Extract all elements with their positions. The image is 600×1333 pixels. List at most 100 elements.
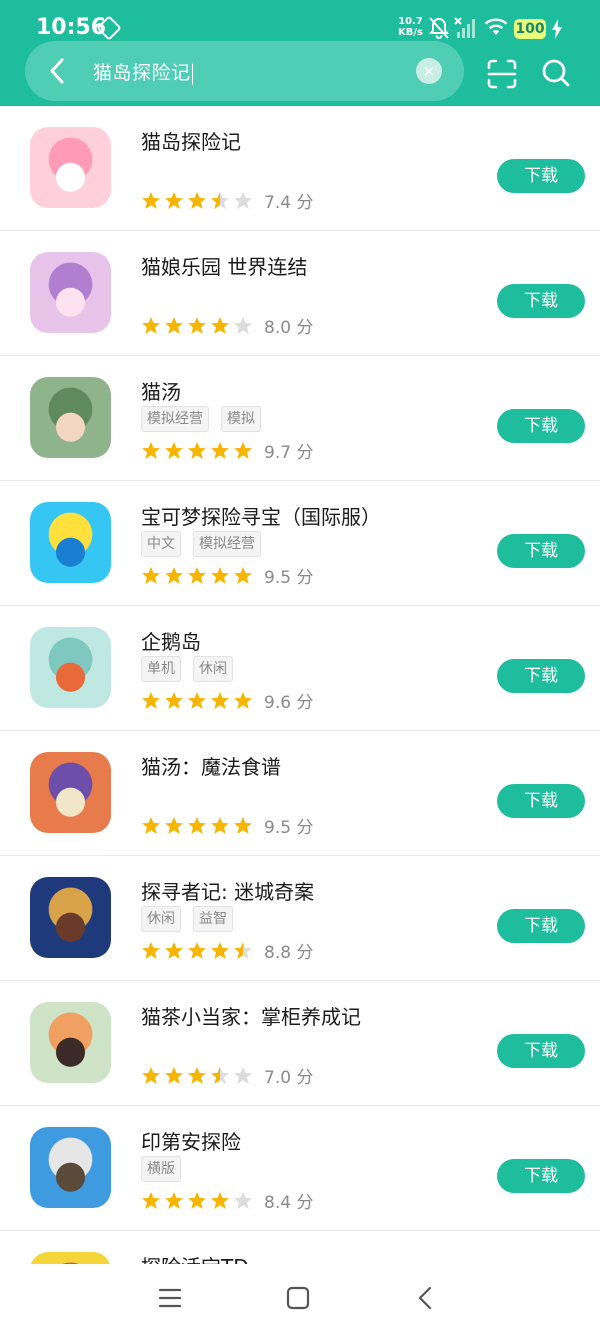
app-title[interactable]: 印第安探险: [141, 1126, 241, 1155]
star-full-icon: [188, 691, 206, 709]
mute-bell-icon: [428, 17, 450, 39]
app-icon[interactable]: [30, 377, 111, 458]
star-full-icon: [142, 941, 160, 959]
star-half-icon: [211, 1066, 229, 1084]
star-rating: [141, 315, 256, 336]
app-icon[interactable]: [30, 127, 111, 208]
star-rating: [141, 1190, 256, 1211]
star-full-icon: [211, 941, 229, 959]
list-item[interactable]: 猫茶小当家：掌柜养成记 7.0 分 下载: [0, 981, 600, 1106]
star-empty-icon: [234, 1191, 252, 1209]
star-full-icon: [165, 816, 183, 834]
list-item[interactable]: 猫娘乐园 世界连结 8.0 分 下载: [0, 231, 600, 356]
download-button[interactable]: 下载: [497, 784, 585, 818]
star-full-icon: [211, 316, 229, 334]
download-button[interactable]: 下载: [497, 1034, 585, 1068]
star-full-icon: [188, 816, 206, 834]
list-item[interactable]: 企鹅岛 单机 休闲 9.6 分 下载: [0, 606, 600, 731]
back-icon[interactable]: [414, 1286, 438, 1310]
status-time: 10:56: [36, 15, 107, 40]
app-title[interactable]: 猫汤：魔法食谱: [141, 751, 281, 780]
list-item[interactable]: 猫岛探险记 7.4 分 下载: [0, 106, 600, 231]
rating-score: 8.8 分: [264, 943, 314, 963]
app-icon[interactable]: [30, 1002, 111, 1083]
download-button[interactable]: 下载: [497, 909, 585, 943]
star-full-icon: [188, 941, 206, 959]
rating: 9.5 分: [141, 813, 313, 838]
tag-badge: 横版: [141, 1156, 181, 1182]
list-item[interactable]: 猫汤：魔法食谱 9.5 分 下载: [0, 731, 600, 856]
search-box[interactable]: [25, 41, 464, 101]
rating: 8.4 分: [141, 1188, 313, 1213]
tag-badge: 模拟经营: [141, 406, 209, 432]
star-full-icon: [188, 566, 206, 584]
star-full-icon: [142, 816, 160, 834]
download-button[interactable]: 下载: [497, 659, 585, 693]
star-full-icon: [165, 316, 183, 334]
download-button[interactable]: 下载: [497, 159, 585, 193]
app-icon[interactable]: [30, 752, 111, 833]
star-full-icon: [165, 566, 183, 584]
list-item[interactable]: 印第安探险 横版 8.4 分 下载: [0, 1106, 600, 1231]
star-rating: [141, 190, 256, 211]
home-icon[interactable]: [286, 1286, 310, 1310]
star-rating: [141, 440, 256, 461]
star-full-icon: [234, 816, 252, 834]
star-full-icon: [211, 1191, 229, 1209]
star-empty-icon: [234, 1066, 252, 1084]
star-full-icon: [211, 691, 229, 709]
download-button[interactable]: 下载: [497, 284, 585, 318]
tag-list: 单机 休闲: [141, 656, 245, 682]
list-item[interactable]: 探险活宝TD: [0, 1231, 600, 1264]
app-title[interactable]: 探险活宝TD: [141, 1251, 249, 1264]
app-icon[interactable]: [30, 502, 111, 583]
tag-badge: 休闲: [193, 656, 233, 682]
rating: 9.5 分: [141, 563, 314, 588]
search-input[interactable]: 猫岛探险记: [93, 58, 193, 85]
download-button[interactable]: 下载: [497, 1159, 585, 1193]
app-icon[interactable]: [30, 627, 111, 708]
clear-icon[interactable]: ×: [416, 58, 442, 84]
app-title[interactable]: 企鹅岛: [141, 626, 201, 655]
star-half-icon: [211, 191, 229, 209]
star-full-icon: [188, 1191, 206, 1209]
back-arrow-icon[interactable]: [42, 55, 74, 87]
star-full-icon: [165, 941, 183, 959]
star-full-icon: [142, 441, 160, 459]
rating-score: 9.5 分: [264, 568, 314, 588]
app-icon[interactable]: [30, 877, 111, 958]
app-icon[interactable]: [30, 1127, 111, 1208]
app-title[interactable]: 猫茶小当家：掌柜养成记: [141, 1001, 361, 1030]
tag-list: 横版: [141, 1156, 193, 1182]
app-icon[interactable]: [30, 252, 111, 333]
star-full-icon: [188, 316, 206, 334]
star-full-icon: [234, 441, 252, 459]
scan-icon[interactable]: [486, 58, 518, 90]
star-full-icon: [165, 441, 183, 459]
app-title[interactable]: 探寻者记: 迷城奇案: [141, 876, 314, 905]
star-rating: [141, 1065, 256, 1086]
app-title[interactable]: 猫娘乐园 世界连结: [141, 251, 307, 280]
app-icon[interactable]: [30, 1252, 111, 1264]
net-speed: 10.7 KB/s: [398, 16, 423, 38]
rating: 9.6 分: [141, 688, 313, 713]
list-item[interactable]: 猫汤 模拟经营 模拟 9.7 分下载: [0, 356, 600, 481]
tag-badge: 休闲: [141, 906, 181, 932]
tag-list: 休闲 益智: [141, 906, 245, 932]
search-icon[interactable]: [540, 57, 572, 89]
star-full-icon: [142, 191, 160, 209]
app-title[interactable]: 猫汤: [141, 376, 181, 405]
download-button[interactable]: 下载: [497, 534, 585, 568]
star-full-icon: [234, 691, 252, 709]
menu-icon[interactable]: [158, 1286, 182, 1310]
list-item[interactable]: 宝可梦探险寻宝（国际服） 中文 模拟经营 9.5 分下载: [0, 481, 600, 606]
app-title[interactable]: 宝可梦探险寻宝（国际服）: [141, 501, 381, 530]
list-item[interactable]: 探寻者记: 迷城奇案 休闲 益智 8.8 分 下载: [0, 856, 600, 981]
star-full-icon: [142, 566, 160, 584]
tag-list: 模拟经营 模拟: [141, 406, 273, 432]
app-title[interactable]: 猫岛探险记: [141, 126, 241, 155]
charging-icon: [552, 19, 562, 39]
header: 10:56 10.7 KB/s 100 猫岛探险记 ×: [0, 0, 600, 106]
star-empty-icon: [234, 316, 252, 334]
download-button[interactable]: 下载: [497, 409, 585, 443]
